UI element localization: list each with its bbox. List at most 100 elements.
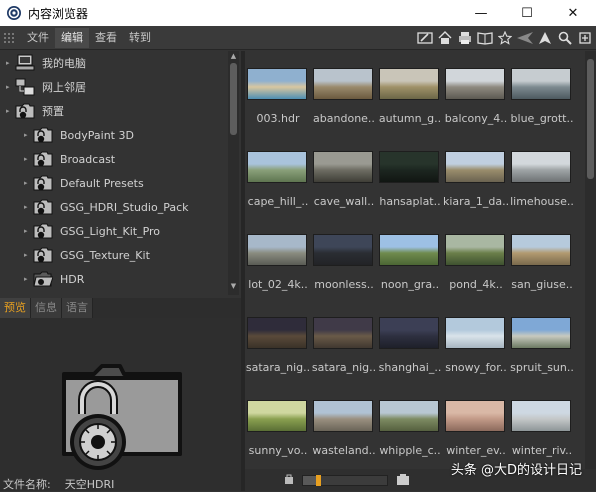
minimize-button[interactable]: —	[458, 0, 504, 26]
thumbnail-image	[445, 317, 505, 349]
book-icon[interactable]	[475, 28, 494, 48]
folder-lock-icon	[32, 222, 54, 240]
expand-arrow-icon[interactable]: ▸	[24, 251, 32, 259]
hdri-thumbnail[interactable]: wasteland..	[312, 383, 376, 467]
thumbnail-image	[511, 151, 571, 183]
thumbnail-label: wasteland..	[312, 444, 376, 457]
thumbnail-label: lot_02_4k..	[248, 278, 308, 291]
hdri-thumbnail[interactable]: satara_nig..	[246, 300, 310, 384]
tree-item[interactable]: ▸ BodyPaint 3D	[24, 123, 134, 147]
search-icon[interactable]	[555, 28, 574, 48]
printer-icon[interactable]	[455, 28, 474, 48]
hdri-thumbnail[interactable]: cave_wall..	[313, 134, 375, 218]
zoom-slider-handle[interactable]	[315, 475, 321, 486]
hdri-thumbnail[interactable]: noon_gra..	[379, 217, 441, 301]
home-icon[interactable]	[435, 28, 454, 48]
scroll-down-icon[interactable]: ▼	[229, 282, 238, 290]
expand-arrow-icon[interactable]: ▸	[24, 275, 32, 283]
hdri-thumbnail[interactable]: winter_ev..	[445, 383, 507, 467]
tree-item-label: BodyPaint 3D	[60, 128, 134, 142]
info-tabs: 预览 信息 语言	[0, 298, 241, 318]
hdri-thumbnail[interactable]: shanghai_..	[379, 300, 441, 384]
menu-file[interactable]: 文件	[21, 28, 55, 48]
zoom-slider[interactable]	[302, 475, 388, 486]
hdri-thumbnail[interactable]: 003.hdr	[247, 51, 309, 135]
thumbnail-label: sunny_vo..	[248, 444, 308, 457]
folder-open-icon	[32, 270, 54, 288]
tree-item[interactable]: ▸ Broadcast	[24, 147, 115, 171]
hdri-thumbnail[interactable]: abandone..	[313, 51, 375, 135]
hdri-thumbnail[interactable]: satara_nig..	[312, 300, 376, 384]
filename-value: 天空HDRI	[64, 478, 115, 491]
hdri-thumbnail[interactable]: winter_riv..	[511, 383, 573, 467]
maximize-button[interactable]: ☐	[504, 0, 550, 26]
tree-scroll-thumb[interactable]	[230, 63, 237, 135]
large-thumbnail-icon[interactable]	[396, 474, 409, 486]
hdri-thumbnail[interactable]: snowy_for..	[445, 300, 507, 384]
tree-item-label: Default Presets	[60, 176, 144, 190]
thumbnail-label: cape_hill_..	[247, 195, 309, 208]
hdri-thumbnail[interactable]: hansaplat..	[379, 134, 441, 218]
hdri-thumbnail[interactable]: autumn_g..	[379, 51, 441, 135]
hdri-thumbnail[interactable]: balcony_4..	[445, 51, 507, 135]
hdri-thumbnail[interactable]: cape_hill_..	[247, 134, 309, 218]
menu-view[interactable]: 查看	[89, 28, 123, 48]
scroll-up-icon[interactable]: ▲	[229, 52, 238, 60]
tree-item[interactable]: ▸ 我的电脑	[6, 51, 86, 75]
hdri-thumbnail[interactable]: blue_grott..	[511, 51, 573, 135]
hdri-thumbnail[interactable]: whipple_c..	[379, 383, 441, 467]
menu-goto[interactable]: 转到	[123, 28, 157, 48]
thumbnail-image	[511, 400, 571, 432]
hdri-thumbnail[interactable]: sunny_vo..	[247, 383, 309, 467]
small-thumbnail-icon[interactable]	[283, 474, 295, 486]
tree-scrollbar[interactable]: ▲ ▼	[228, 51, 239, 295]
hdri-thumbnail[interactable]: moonless..	[313, 217, 375, 301]
folder-tree: ▸ 我的电脑 ▸ 网上邻居 ▸ 预置 ▸ BodyPaint 3D ▸ Broadcast ▸ Def…	[0, 51, 241, 295]
hdri-thumbnail[interactable]: kiara_1_da..	[443, 134, 509, 218]
tree-item[interactable]: ▸ 网上邻居	[6, 75, 86, 99]
grid-scroll-thumb[interactable]	[587, 59, 594, 179]
pencil-icon[interactable]	[415, 28, 434, 48]
tree-item-label: 我的电脑	[42, 57, 86, 70]
star-icon[interactable]	[495, 28, 514, 48]
tree-item[interactable]: ▸ GSG_Texture_Kit	[24, 243, 150, 267]
expand-arrow-icon[interactable]: ▸	[6, 107, 14, 115]
hdri-thumbnail[interactable]: spruit_sun..	[510, 300, 574, 384]
expand-arrow-icon[interactable]: ▸	[6, 59, 14, 67]
expand-arrow-icon[interactable]: ▸	[24, 155, 32, 163]
menu-edit[interactable]: 编辑	[55, 27, 89, 48]
tree-item[interactable]: ▸ GSG_Light_Kit_Pro	[24, 219, 160, 243]
thumbnail-image	[313, 400, 373, 432]
tree-item[interactable]: ▸ HDR	[24, 267, 84, 291]
thumbnail-image	[247, 151, 307, 183]
close-button[interactable]: ✕	[550, 0, 596, 26]
thumbnail-image	[445, 234, 505, 266]
grip-icon[interactable]	[3, 31, 17, 45]
thumbnail-label: hansaplat..	[379, 195, 441, 208]
tab-info[interactable]: 信息	[31, 298, 62, 318]
expand-arrow-icon[interactable]: ▸	[6, 83, 14, 91]
expand-arrow-icon[interactable]: ▸	[24, 179, 32, 187]
expand-arrow-icon[interactable]: ▸	[24, 131, 32, 139]
tree-item-label: GSG_Texture_Kit	[60, 248, 150, 262]
folder-lock-icon	[32, 174, 54, 192]
up-icon[interactable]	[535, 28, 554, 48]
hdri-thumbnail[interactable]: san_giuse..	[511, 217, 573, 301]
expand-arrow-icon[interactable]: ▸	[24, 203, 32, 211]
thumbnail-grid: 003.hdr abandone.. autumn_g.. balcony_4.. bl…	[245, 51, 585, 469]
tree-item[interactable]: ▸ GSG_HDRI_Studio_Pack	[24, 195, 189, 219]
more-icon[interactable]	[575, 28, 594, 48]
tree-item[interactable]: ▸ Default Presets	[24, 171, 144, 195]
expand-arrow-icon[interactable]: ▸	[24, 227, 32, 235]
tab-language[interactable]: 语言	[62, 298, 93, 318]
hdri-thumbnail[interactable]: limehouse..	[510, 134, 574, 218]
cinema4d-app-icon	[6, 5, 22, 21]
hdri-thumbnail[interactable]: lot_02_4k..	[247, 217, 309, 301]
back-icon[interactable]	[515, 28, 534, 48]
tree-item[interactable]: ▸ 预置	[6, 99, 64, 123]
thumbnail-label: snowy_for..	[445, 361, 507, 374]
grid-scrollbar[interactable]	[585, 51, 596, 469]
thumbnail-image	[445, 68, 505, 100]
tab-preview[interactable]: 预览	[0, 298, 31, 318]
hdri-thumbnail[interactable]: pond_4k..	[445, 217, 507, 301]
